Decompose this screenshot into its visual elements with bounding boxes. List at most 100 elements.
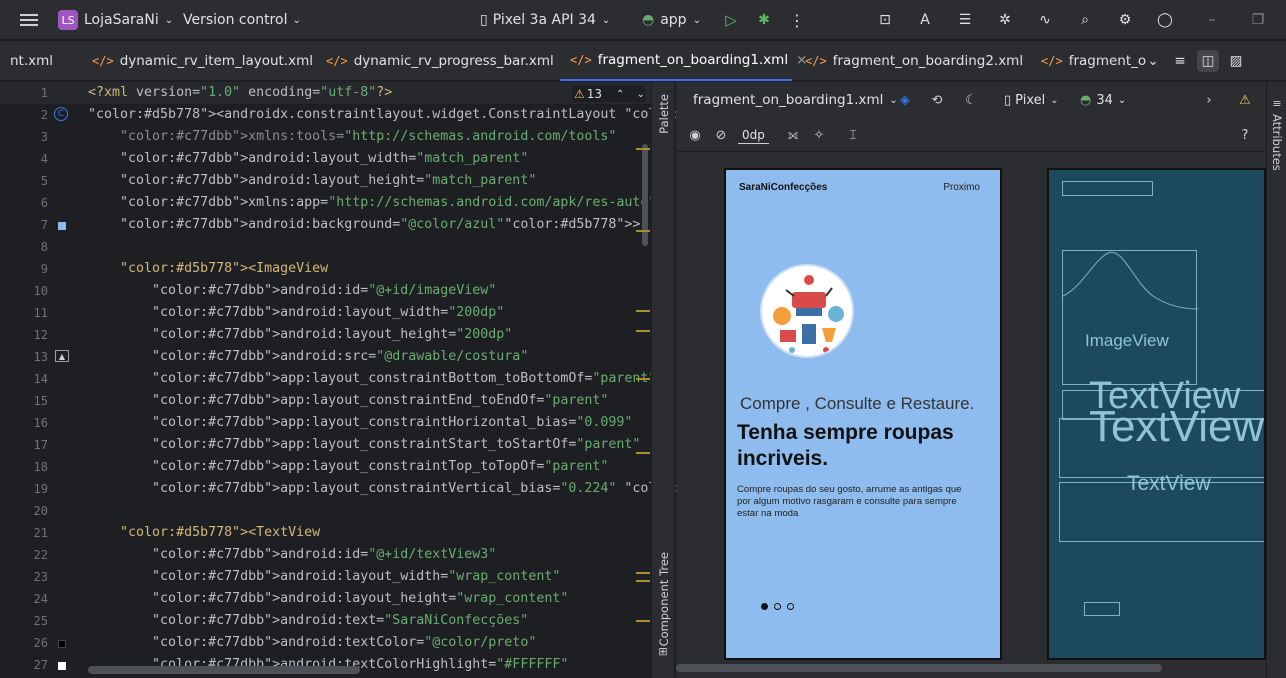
layout-file-selector[interactable]: fragment_on_boarding1.xml ⌄ [693,82,898,118]
line-number: 4 [40,152,48,166]
main-menu-icon[interactable] [18,0,40,40]
default-margin-selector[interactable]: 0dp [738,126,769,144]
line-number: 19 [33,482,48,496]
chevron-up-icon[interactable]: ⌃ [616,89,624,100]
layout-file-name: fragment_on_boarding1.xml [693,92,884,108]
settings-icon[interactable]: ⚙ [1114,0,1136,40]
chevron-down-icon[interactable]: ⌄ [1146,41,1160,81]
line-number: 2 [40,108,48,122]
minimize-icon[interactable]: – [1204,0,1220,40]
structure-icon[interactable]: ☰ [954,0,976,40]
headline-text: Tenha sempre roupas incriveis. [737,421,954,470]
blueprint-indicator-box[interactable] [1084,602,1120,616]
split-view-icon[interactable]: ◫ [1197,50,1219,72]
vcs-label: Version control [183,12,288,28]
warning-icon[interactable]: ⚠ [1236,91,1254,109]
tree-icon[interactable]: ⊞ [656,644,670,658]
orientation-icon[interactable]: ⟲ [928,91,946,109]
eye-icon[interactable]: ◉ [686,126,704,144]
search-icon[interactable]: ⌕ [1074,0,1096,40]
next-button[interactable]: Proximo [943,182,980,193]
line-number: 5 [40,174,48,188]
page-indicator-dot[interactable] [787,603,794,610]
blueprint-imageview-box[interactable]: ImageView [1062,250,1198,385]
design-view-icon[interactable]: ▨ [1228,41,1244,81]
tab-fragment-on-boarding1[interactable]: </> fragment_on_boarding1.xml × [560,41,807,81]
class-gutter-icon[interactable]: C [54,107,68,121]
magnet-off-icon[interactable]: ⊘ [712,126,730,144]
warning-marker[interactable] [636,148,650,150]
title-bar: LS LojaSaraNi ⌄ Version control ⌄ ▯ Pixe… [0,0,1286,40]
warning-marker[interactable] [636,230,650,232]
palette-tab[interactable]: Palette [657,94,671,134]
warning-marker[interactable] [636,378,650,380]
guidelines-icon[interactable]: ⌶ [844,126,862,144]
api-selector[interactable]: ◓ 34 ⌄ [1080,82,1126,118]
more-icon[interactable]: ⋮ [789,0,805,40]
color-swatch-icon[interactable] [58,662,66,670]
color-swatch-icon[interactable] [58,640,66,648]
code-view-icon[interactable]: ≡ [1172,41,1188,81]
run-config-selector[interactable]: ◓ app ⌄ [642,0,701,40]
bug-icon[interactable]: ✲ [994,0,1016,40]
attributes-strip: ≡ Attributes [1266,82,1286,678]
page-indicator-dot[interactable] [774,603,781,610]
run-icon[interactable]: ▷ [722,0,740,40]
code-line: "color:#c77dbb">android:layout_height="w… [152,591,569,606]
profiler-icon[interactable]: ∿ [1034,0,1056,40]
blueprint-preview[interactable]: ImageView TextView TextView TextView [1047,168,1266,660]
image-gutter-icon[interactable]: ▲ [55,350,69,362]
chevron-down-icon[interactable]: ⌄ [636,89,644,100]
line-number: 25 [33,614,48,628]
component-tree-tab[interactable]: Component Tree [657,552,671,646]
line-number: 8 [40,240,48,254]
layers-icon[interactable]: ◈ [896,91,914,109]
attributes-icon[interactable]: ≡ [1270,96,1284,110]
translate-icon[interactable]: A [914,0,936,40]
device-label: Pixel [1015,92,1046,108]
warning-marker[interactable] [636,620,650,622]
night-mode-icon[interactable]: ☾ [962,91,980,109]
editor-tab-bar: nt.xml </> dynamic_rv_item_layout.xml </>… [0,41,1286,81]
subtitle-text: Compre , Consulte e Restaure. [740,394,975,413]
debug-icon[interactable]: ✱ [755,0,773,40]
restore-icon[interactable]: ❐ [1250,0,1266,40]
code-line: "color:#d5b778"><ImageView [120,261,329,276]
chevron-down-icon: ⌄ [164,14,174,26]
horizontal-scrollbar[interactable] [88,666,360,674]
tab-fragment-on-boarding2[interactable]: </> fragment_on_boarding2.xml [805,41,1023,81]
help-icon[interactable]: ? [1236,126,1254,144]
code-line: "color:#c77dbb">app:layout_constraintEnd… [152,393,609,408]
android-icon: ◓ [1080,92,1092,108]
warning-marker[interactable] [636,330,650,332]
page-indicator-dot-active[interactable] [761,603,768,610]
device-manager-icon[interactable]: ⊡ [874,0,896,40]
vcs-widget[interactable]: Version control ⌄ [183,0,301,40]
warning-marker[interactable] [636,572,650,574]
warning-marker[interactable] [636,580,650,582]
tab-dynamic-rv-item-layout[interactable]: </> dynamic_rv_item_layout.xml [92,41,313,81]
inspection-widget[interactable]: ⚠ 13 ⌃ ⌄ [572,86,645,102]
blueprint-text-3: TextView [1127,472,1211,495]
code-line: "color:#c77dbb">app:layout_constraintTop… [152,459,609,474]
project-widget[interactable]: LS LojaSaraNi ⌄ [58,0,173,40]
clear-constraints-icon[interactable]: ⟗ [784,126,802,144]
account-icon[interactable]: ◯ [1154,0,1176,40]
infer-constraints-icon[interactable]: ✧ [810,126,828,144]
blueprint-brand-box[interactable] [1062,181,1153,196]
device-selector[interactable]: ▯ Pixel 3a API 34 ⌄ [480,0,610,40]
line-number: 27 [33,658,48,672]
device-preview[interactable]: SaraNiConfecções Proximo Compre , Consul… [724,168,1002,660]
canvas-horizontal-scrollbar[interactable] [676,664,1162,672]
chevron-right-icon[interactable]: › [1202,91,1216,109]
device-selector[interactable]: ▯ Pixel ⌄ [1004,82,1059,118]
tab-nt-xml[interactable]: nt.xml [10,41,53,81]
tab-fragment-o[interactable]: </> fragment_o [1041,41,1146,81]
code-line: "color:#c77dbb">android:layout_height="m… [120,173,537,188]
warning-marker[interactable] [636,310,650,312]
color-swatch-icon[interactable] [58,222,66,230]
warning-marker[interactable] [636,452,650,454]
tab-dynamic-rv-progress-bar[interactable]: </> dynamic_rv_progress_bar.xml [326,41,554,81]
attributes-tab[interactable]: Attributes [1270,114,1284,171]
chevron-down-icon: ⌄ [601,14,611,26]
